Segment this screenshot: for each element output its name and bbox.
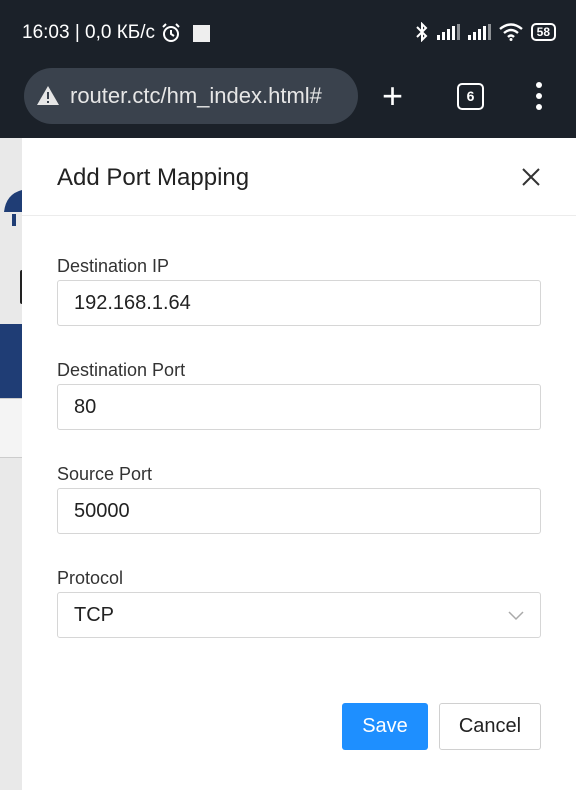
- destination-ip-label: Destination IP: [57, 256, 170, 276]
- status-bar: 16:03 | 0,0 КБ/с 58: [0, 0, 576, 68]
- save-button[interactable]: Save: [342, 703, 428, 750]
- cancel-button[interactable]: Cancel: [439, 703, 541, 750]
- notification-icon: [193, 24, 211, 42]
- alarm-icon: [162, 23, 180, 42]
- status-time: 16:03 | 0,0 КБ/с: [22, 22, 156, 43]
- destination-ip-input[interactable]: 192.168.1.64: [57, 280, 541, 326]
- port-mapping-dialog: Add Port Mapping Destination IP 192.168.…: [22, 138, 576, 790]
- battery-icon: 58: [530, 23, 556, 41]
- source-port-label: Source Port: [57, 464, 153, 484]
- dialog-header: Add Port Mapping: [22, 138, 576, 216]
- logo-icon: [4, 190, 22, 226]
- warning-icon[interactable]: [36, 84, 60, 108]
- address-bar[interactable]: router.ctc/hm_index.html#: [24, 68, 358, 124]
- close-icon[interactable]: [520, 166, 542, 188]
- chevron-down-icon: [508, 611, 524, 621]
- tabs-icon[interactable]: 6: [457, 83, 484, 110]
- destination-port-input[interactable]: 80: [57, 384, 541, 430]
- dialog-title: Add Port Mapping: [57, 164, 250, 191]
- wifi-icon: [498, 23, 523, 41]
- background-panel: [0, 398, 22, 458]
- tab-count: 6: [466, 88, 475, 104]
- new-tab-icon[interactable]: +: [382, 78, 403, 114]
- signal-icon: [436, 24, 460, 40]
- destination-port-label: Destination Port: [57, 360, 186, 380]
- protocol-label: Protocol: [57, 568, 124, 588]
- browser-toolbar: router.ctc/hm_index.html# + 6: [0, 68, 576, 138]
- bluetooth-icon: [415, 22, 428, 42]
- background-page: [0, 138, 22, 790]
- protocol-value: TCP: [74, 604, 114, 626]
- protocol-select[interactable]: TCP: [57, 592, 541, 638]
- background-banner: [0, 324, 22, 398]
- menu-icon[interactable]: [535, 82, 543, 110]
- url-text[interactable]: router.ctc/hm_index.html#: [70, 83, 322, 109]
- signal-icon: [467, 24, 491, 40]
- source-port-input[interactable]: 50000: [57, 488, 541, 534]
